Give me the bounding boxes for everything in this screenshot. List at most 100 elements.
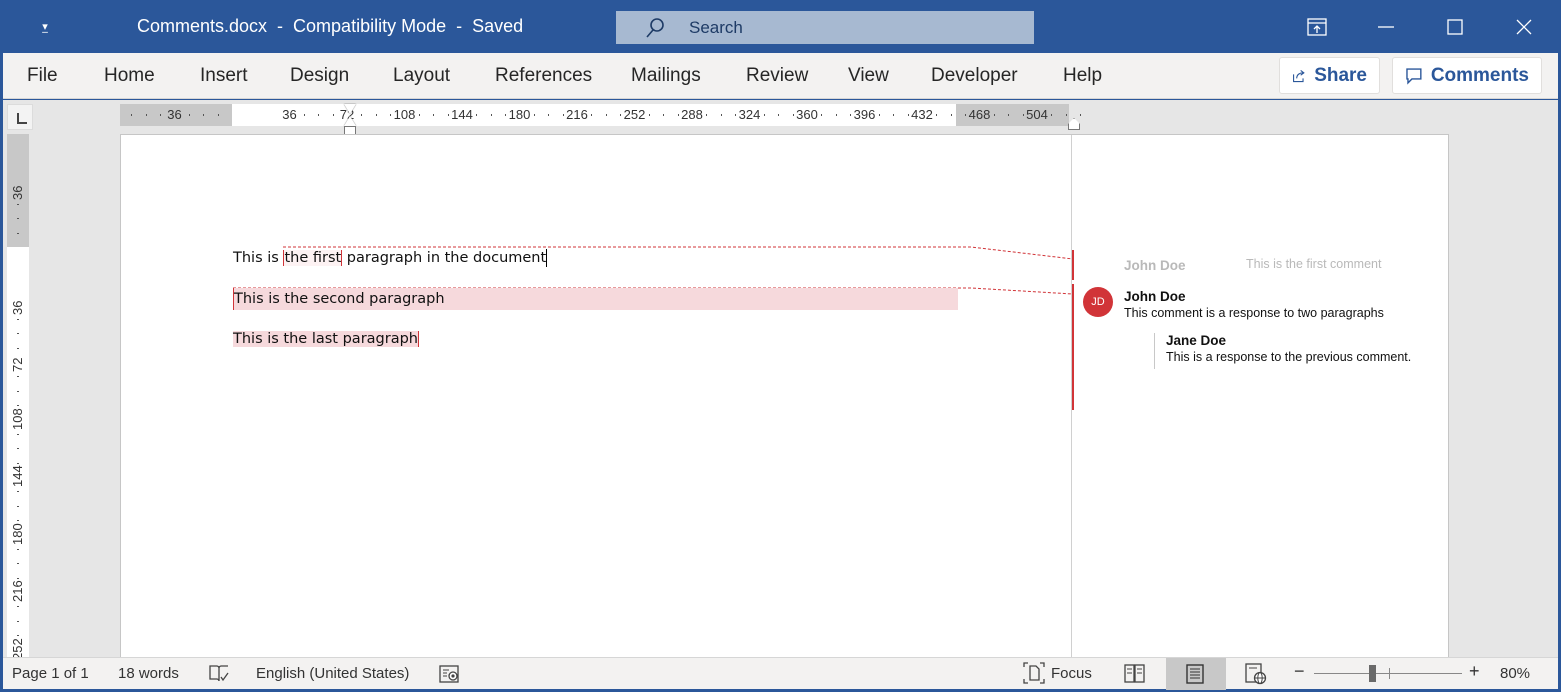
comment-reply[interactable]: Jane Doe This is a response to the previ… [1154, 333, 1434, 369]
comment-author: John Doe [1124, 258, 1186, 273]
comments-button[interactable]: Comments [1392, 57, 1542, 94]
ruler-tick-label: 180 [508, 107, 531, 122]
ruler-tick-label: 36 [10, 300, 25, 315]
tab-review[interactable]: Review [746, 65, 808, 87]
ruler-tick-label: 396 [853, 107, 876, 122]
minimize-icon [1377, 25, 1394, 28]
word-count[interactable]: 18 words [118, 665, 179, 682]
ruler-tick [720, 114, 722, 116]
zoom-slider-thumb[interactable] [1369, 665, 1376, 682]
tab-mailings[interactable]: Mailings [631, 65, 701, 87]
share-button[interactable]: Share [1279, 57, 1380, 94]
ruler-tick [17, 376, 19, 378]
document-page[interactable]: This is the first paragraph in the docum… [120, 134, 1449, 657]
ruler-tick [648, 114, 650, 116]
ruler-tick [505, 114, 507, 116]
ruler-tick [17, 433, 19, 435]
reply-text: This is a response to the previous comme… [1166, 350, 1412, 364]
ruler-tick [1080, 114, 1082, 116]
minimize-button[interactable] [1351, 0, 1420, 53]
ruler-tick [390, 114, 392, 116]
zoom-slider-track[interactable] [1314, 673, 1462, 674]
tab-references[interactable]: References [495, 65, 592, 87]
tab-view[interactable]: View [848, 65, 889, 87]
ruler-tick [17, 491, 19, 493]
ruler-tick [735, 114, 737, 116]
close-button[interactable] [1489, 0, 1558, 53]
hanging-indent-marker[interactable] [344, 116, 356, 126]
ruler-tick [792, 114, 794, 116]
tab-design[interactable]: Design [290, 65, 349, 87]
window-title: Comments.docx - Compatibility Mode - Sav… [137, 16, 524, 36]
comment-2[interactable]: John Doe This comment is a response to t… [1124, 289, 1424, 320]
zoom-in-button[interactable]: + [1469, 661, 1480, 682]
paragraph-1[interactable]: This is the first paragraph in the docum… [233, 247, 548, 269]
tab-stop-selector[interactable] [7, 104, 33, 130]
paragraph-2[interactable]: This is the second paragraph [233, 288, 958, 310]
search-placeholder: Search [689, 18, 743, 37]
ruler-tick [17, 606, 19, 608]
right-indent-marker[interactable] [1068, 118, 1080, 130]
tab-home[interactable]: Home [104, 65, 155, 87]
ribbon-display-icon [1306, 17, 1327, 36]
ruler-tick [878, 114, 880, 116]
tab-insert[interactable]: Insert [200, 65, 248, 87]
tab-layout[interactable]: Layout [393, 65, 450, 87]
ruler-tick [663, 114, 665, 116]
tab-developer[interactable]: Developer [931, 65, 1018, 87]
tab-file[interactable]: File [27, 65, 58, 87]
vertical-ruler[interactable]: 36 36 72 108 144 180 216 252 [7, 134, 29, 657]
search-icon [646, 18, 664, 38]
ruler-tick [17, 405, 19, 407]
ruler-tick-label: 216 [10, 580, 25, 602]
proofing-book-icon[interactable] [208, 664, 230, 684]
ruler-tick-label: 144 [10, 465, 25, 487]
ruler-tick-label: 432 [911, 107, 933, 122]
share-label: Share [1314, 64, 1367, 86]
horizontal-ruler[interactable]: 36 36 72 108 144 180 216 252 288 324 360 396 432 468 5… [120, 104, 1082, 126]
ruler-tick [447, 114, 449, 116]
page-count[interactable]: Page 1 of 1 [12, 665, 89, 682]
focus-icon [1023, 662, 1045, 684]
comment-text: This is the first comment [1246, 257, 1382, 271]
ruler-tick [548, 114, 550, 116]
zoom-out-button[interactable]: − [1294, 661, 1305, 682]
ruler-tick [17, 203, 19, 205]
ruler-tick-label: 144 [451, 107, 473, 122]
ruler-tick [993, 114, 995, 116]
ruler-tick-label: 216 [566, 107, 588, 122]
accessibility-icon[interactable] [439, 664, 461, 684]
ruler-tick [361, 114, 363, 116]
customize-quick-access-icon[interactable]: ▾̲ [36, 18, 54, 36]
ruler-tick [591, 114, 593, 116]
reply-author: Jane Doe [1166, 333, 1227, 348]
ruler-tick [835, 114, 837, 116]
web-layout-icon[interactable] [1245, 663, 1267, 685]
ruler-tick [332, 114, 334, 116]
search-box[interactable]: Search [616, 11, 1034, 44]
first-line-indent-marker[interactable] [344, 104, 356, 114]
ruler-tick [821, 114, 823, 116]
ruler-tick [17, 462, 19, 464]
tab-help[interactable]: Help [1063, 65, 1102, 87]
ruler-tick [188, 114, 190, 116]
print-layout-button[interactable] [1166, 658, 1226, 690]
commented-text-range[interactable]: the first [283, 250, 343, 266]
ruler-tick [131, 114, 133, 116]
paragraph-3[interactable]: This is the last paragraph [233, 328, 419, 350]
ruler-tick-label: 468 [968, 107, 991, 122]
ruler-tick [476, 114, 478, 116]
ruler-tick [145, 114, 147, 116]
language[interactable]: English (United States) [256, 665, 409, 682]
maximize-button[interactable] [1420, 0, 1489, 53]
focus-label: Focus [1051, 664, 1092, 682]
ruler-tick [17, 563, 19, 565]
ruler-tick [605, 114, 607, 116]
close-icon [1516, 19, 1531, 34]
ribbon-display-options-button[interactable] [1282, 0, 1351, 53]
read-mode-icon[interactable] [1124, 664, 1146, 684]
comment-1[interactable]: John Doe This is the first comment [1124, 257, 1434, 277]
zoom-level[interactable]: 80% [1500, 665, 1530, 682]
paragraph-3-text: This is the last paragraph [233, 331, 419, 347]
focus-mode-button[interactable]: Focus [1023, 662, 1092, 684]
